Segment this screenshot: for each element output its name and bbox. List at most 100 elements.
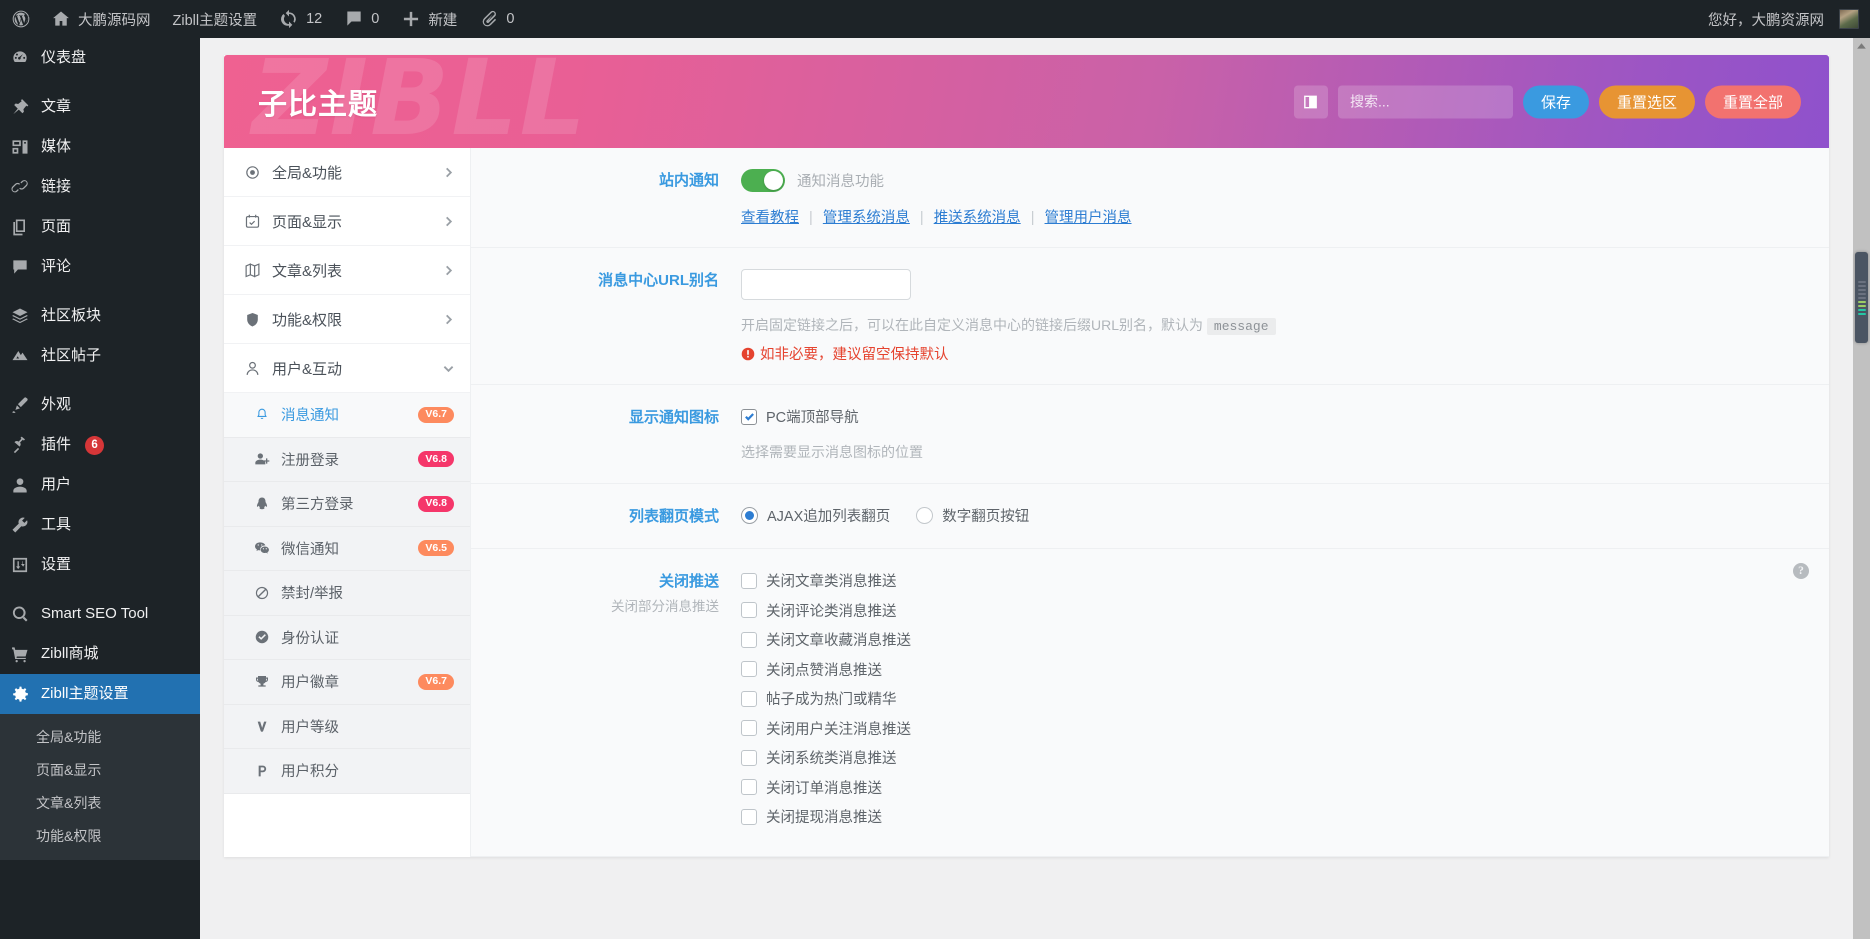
checkbox-row[interactable]: 关闭点赞消息推送 xyxy=(741,659,1799,680)
pc-top-nav-checkbox[interactable] xyxy=(741,409,757,425)
close-favorite-push-checkbox[interactable] xyxy=(741,632,757,648)
field-title: 显示通知图标 xyxy=(471,407,719,429)
checkbox-row[interactable]: 关闭订单消息推送 xyxy=(741,777,1799,798)
field-list-paging-mode: 列表翻页模式 AJAX追加列表翻页 xyxy=(471,484,1829,549)
reset-all-button[interactable]: 重置全部 xyxy=(1705,85,1801,118)
nav-subitem-wechat-notification[interactable]: 微信通知 V6.5 xyxy=(224,527,470,572)
search-input[interactable] xyxy=(1338,85,1513,118)
link-push-system-messages[interactable]: 推送系统消息 xyxy=(934,210,1021,226)
close-article-push-checkbox[interactable] xyxy=(741,573,757,589)
page-scrollbar[interactable] xyxy=(1853,38,1870,939)
scroll-up-button[interactable] xyxy=(1855,40,1868,53)
updates-menu[interactable]: 12 xyxy=(268,0,333,38)
user-add-icon xyxy=(254,451,270,467)
checkbox-row[interactable]: 关闭系统类消息推送 xyxy=(741,747,1799,768)
submenu-item-features-permissions[interactable]: 功能&权限 xyxy=(0,819,200,852)
link-divider: | xyxy=(809,210,813,226)
submenu-item-posts-list[interactable]: 文章&列表 xyxy=(0,786,200,819)
field-title-block: 显示通知图标 xyxy=(471,405,741,463)
sidebar-item-users[interactable]: 用户 xyxy=(0,465,200,505)
checkbox-row[interactable]: 关闭用户关注消息推送 xyxy=(741,718,1799,739)
checkbox-row[interactable]: 关闭文章类消息推送 xyxy=(741,570,1799,591)
version-badge: V6.8 xyxy=(418,496,454,512)
link-manage-user-messages[interactable]: 管理用户消息 xyxy=(1045,210,1132,226)
link-view-tutorial[interactable]: 查看教程 xyxy=(741,210,799,226)
close-withdraw-push-checkbox[interactable] xyxy=(741,809,757,825)
field-control: AJAX追加列表翻页 数字翻页按钮 xyxy=(741,504,1799,528)
sidebar-item-community-boards[interactable]: 社区板块 xyxy=(0,296,200,336)
nav-subitem-register-login[interactable]: 注册登录 V6.8 xyxy=(224,438,470,483)
panel-toggle-button[interactable] xyxy=(1294,85,1328,118)
url-alias-input[interactable] xyxy=(741,269,911,300)
sidebar-item-zibll-shop[interactable]: Zibll商城 xyxy=(0,634,200,674)
sidebar-item-appearance[interactable]: 外观 xyxy=(0,385,200,425)
sidebar-item-zibll-theme-settings[interactable]: Zibll主题设置 xyxy=(0,674,200,714)
nav-section-features-permissions[interactable]: 功能&权限 xyxy=(224,295,470,344)
radio-option-ajax[interactable]: AJAX追加列表翻页 xyxy=(741,505,890,526)
checkbox-row[interactable]: 关闭评论类消息推送 xyxy=(741,600,1799,621)
sidebar-item-plugins[interactable]: 插件 6 xyxy=(0,425,200,465)
home-icon xyxy=(51,9,71,29)
links-menu[interactable]: 0 xyxy=(468,0,525,38)
nav-subitem-ban-report[interactable]: 禁封/举报 xyxy=(224,571,470,616)
question-mark-icon[interactable]: ? xyxy=(1793,563,1809,579)
close-follow-push-checkbox[interactable] xyxy=(741,720,757,736)
settings-sliders-icon xyxy=(10,555,30,575)
sidebar-item-dashboard[interactable]: 仪表盘 xyxy=(0,38,200,78)
checkbox-row[interactable]: 帖子成为热门或精华 xyxy=(741,688,1799,709)
link-manage-system-messages[interactable]: 管理系统消息 xyxy=(823,210,910,226)
post-hot-or-featured-checkbox[interactable] xyxy=(741,691,757,707)
save-button[interactable]: 保存 xyxy=(1523,85,1589,118)
plus-icon xyxy=(401,9,421,29)
close-like-push-checkbox[interactable] xyxy=(741,661,757,677)
sidebar-item-tools[interactable]: 工具 xyxy=(0,505,200,545)
nav-section-page-display[interactable]: 页面&显示 xyxy=(224,197,470,246)
site-notice-toggle[interactable] xyxy=(741,169,785,192)
sidebar-item-settings[interactable]: 设置 xyxy=(0,545,200,585)
nav-subitem-third-party-login[interactable]: 第三方登录 V6.8 xyxy=(224,482,470,527)
field-title: 站内通知 xyxy=(471,170,719,192)
warning-text: 如非必要，建议留空保持默认 xyxy=(760,343,949,364)
nav-subitem-user-badge[interactable]: 用户徽章 V6.7 xyxy=(224,660,470,705)
pages-icon xyxy=(10,217,30,237)
sidebar-item-comments[interactable]: 评论 xyxy=(0,247,200,287)
nav-section-posts-list[interactable]: 文章&列表 xyxy=(224,246,470,295)
new-content-menu[interactable]: 新建 xyxy=(390,0,468,38)
radio-label: AJAX追加列表翻页 xyxy=(767,505,890,526)
submenu-item-global[interactable]: 全局&功能 xyxy=(0,720,200,753)
checkbox-label: 关闭评论类消息推送 xyxy=(766,600,897,621)
checkbox-row[interactable]: 关闭提现消息推送 xyxy=(741,806,1799,827)
radio-numeric-paging[interactable] xyxy=(916,507,933,524)
vertical-scroll-thumb[interactable] xyxy=(1855,252,1868,343)
radio-ajax-paging[interactable] xyxy=(741,507,758,524)
thumb-grip-line xyxy=(1858,289,1866,291)
checkbox-row[interactable]: PC端顶部导航 xyxy=(741,406,1799,427)
my-account-menu[interactable]: 您好，大鹏资源网 xyxy=(1697,0,1870,38)
nav-subitem-user-points[interactable]: 用户积分 xyxy=(224,749,470,794)
close-order-push-checkbox[interactable] xyxy=(741,779,757,795)
reset-section-button[interactable]: 重置选区 xyxy=(1599,85,1695,118)
comments-menu[interactable]: 0 xyxy=(333,0,390,38)
nav-subitem-message-notification[interactable]: 消息通知 V6.7 xyxy=(224,393,470,438)
nav-subitem-identity-verification[interactable]: 身份认证 xyxy=(224,616,470,661)
close-system-push-checkbox[interactable] xyxy=(741,750,757,766)
checkbox-row[interactable]: 关闭文章收藏消息推送 xyxy=(741,629,1799,650)
site-name-menu[interactable]: 大鹏源码网 xyxy=(40,0,162,38)
sidebar-item-links[interactable]: 链接 xyxy=(0,167,200,207)
nav-section-global[interactable]: 全局&功能 xyxy=(224,148,470,197)
nav-subitem-user-level[interactable]: 用户等级 xyxy=(224,705,470,750)
sidebar-item-label: 社区帖子 xyxy=(41,345,101,367)
sidebar-item-smart-seo-tool[interactable]: Smart SEO Tool xyxy=(0,594,200,634)
nav-section-user-interaction[interactable]: 用户&互动 xyxy=(224,344,470,393)
submenu-item-page-display[interactable]: 页面&显示 xyxy=(0,753,200,786)
sidebar-item-community-posts[interactable]: 社区帖子 xyxy=(0,336,200,376)
sidebar-item-pages[interactable]: 页面 xyxy=(0,207,200,247)
sidebar-item-posts[interactable]: 文章 xyxy=(0,87,200,127)
close-comment-push-checkbox[interactable] xyxy=(741,602,757,618)
dashboard-icon xyxy=(10,48,30,68)
wordpress-logo-button[interactable] xyxy=(0,0,40,38)
current-page-menu[interactable]: Zibll主题设置 xyxy=(162,0,269,38)
sidebar-item-media[interactable]: 媒体 xyxy=(0,127,200,167)
radio-option-numeric[interactable]: 数字翻页按钮 xyxy=(916,505,1029,526)
greeting-label: 您好，大鹏资源网 xyxy=(1708,9,1824,30)
